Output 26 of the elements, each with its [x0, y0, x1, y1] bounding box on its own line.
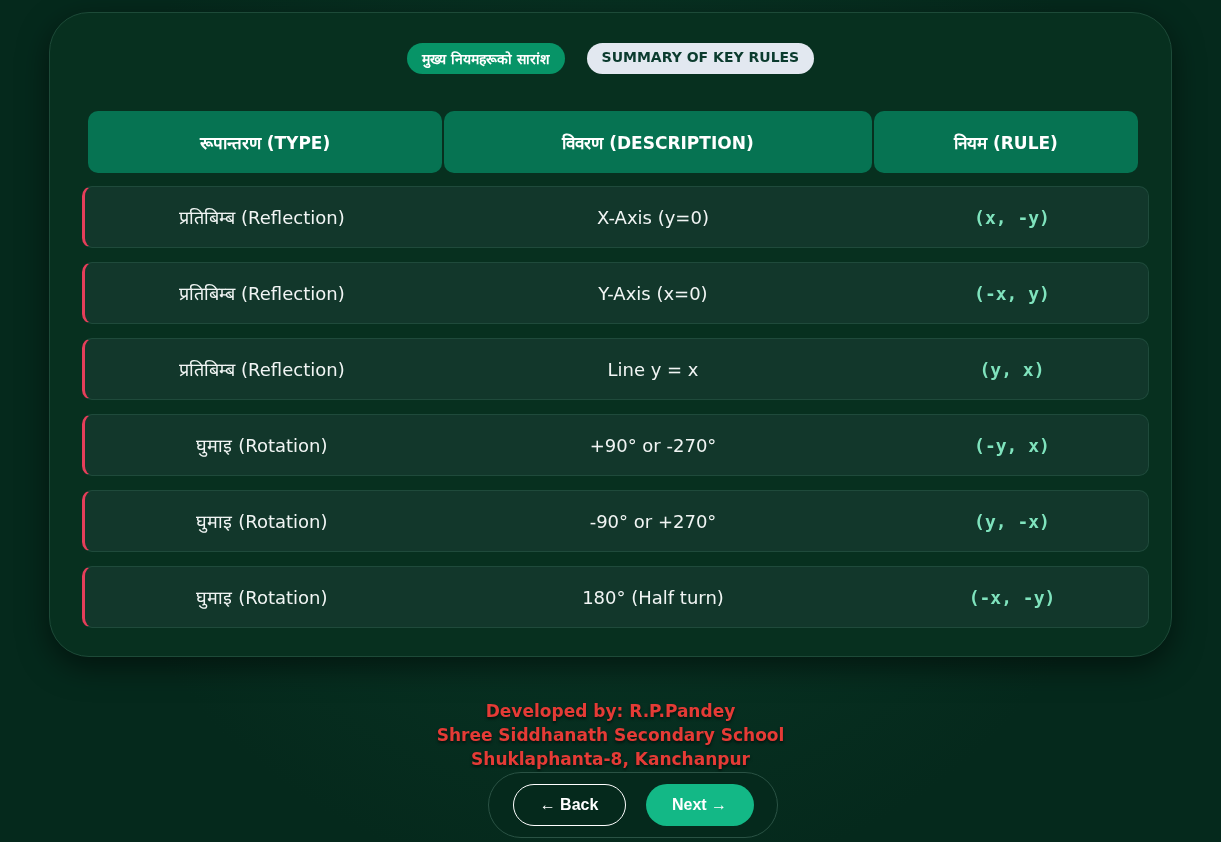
column-header: रूपान्तरण (TYPE)	[88, 111, 442, 173]
column-header: नियम (RULE)	[874, 111, 1138, 173]
description-cell-text: -90° or +270°	[588, 510, 718, 532]
rule-cell-text: (-y, x)	[973, 434, 1051, 456]
description-cell-text: Line y = x	[606, 358, 700, 380]
type-cell-text: घुमाइ (Rotation)	[195, 434, 329, 457]
column-header: विवरण (DESCRIPTION)	[444, 111, 872, 173]
type-cell-text: प्रतिबिम्ब (Reflection)	[178, 282, 346, 305]
rule-cell-text: (y, -x)	[973, 510, 1051, 532]
developer-credit: Developed by: R.P.Pandey	[485, 701, 736, 721]
rule-cell-text: (-x, y)	[973, 282, 1051, 304]
description-cell-text: Y-Axis (x=0)	[597, 282, 709, 304]
type-cell-text: प्रतिबिम्ब (Reflection)	[178, 206, 346, 229]
type-cell-text: प्रतिबिम्ब (Reflection)	[178, 358, 346, 381]
title-badge: मुख्य नियमहरूको सारांश	[406, 43, 565, 74]
description-cell-text: 180° (Half turn)	[581, 586, 725, 608]
school-name: Shree Siddhanath Secondary School	[436, 725, 785, 745]
school-address: Shuklaphanta-8, Kanchanpur	[471, 749, 750, 769]
description-cell-text: +90° or -270°	[588, 434, 718, 456]
description-cell-text: X-Axis (y=0)	[596, 206, 710, 228]
rule-cell-text: (x, -y)	[973, 206, 1051, 228]
title-badge: SUMMARY OF KEY RULES	[586, 43, 815, 74]
rule-cell-text: (-x, -y)	[967, 586, 1057, 608]
type-cell-text: घुमाइ (Rotation)	[195, 510, 329, 533]
rule-cell-text: (y, x)	[978, 358, 1046, 380]
type-cell-text: घुमाइ (Rotation)	[195, 586, 329, 609]
